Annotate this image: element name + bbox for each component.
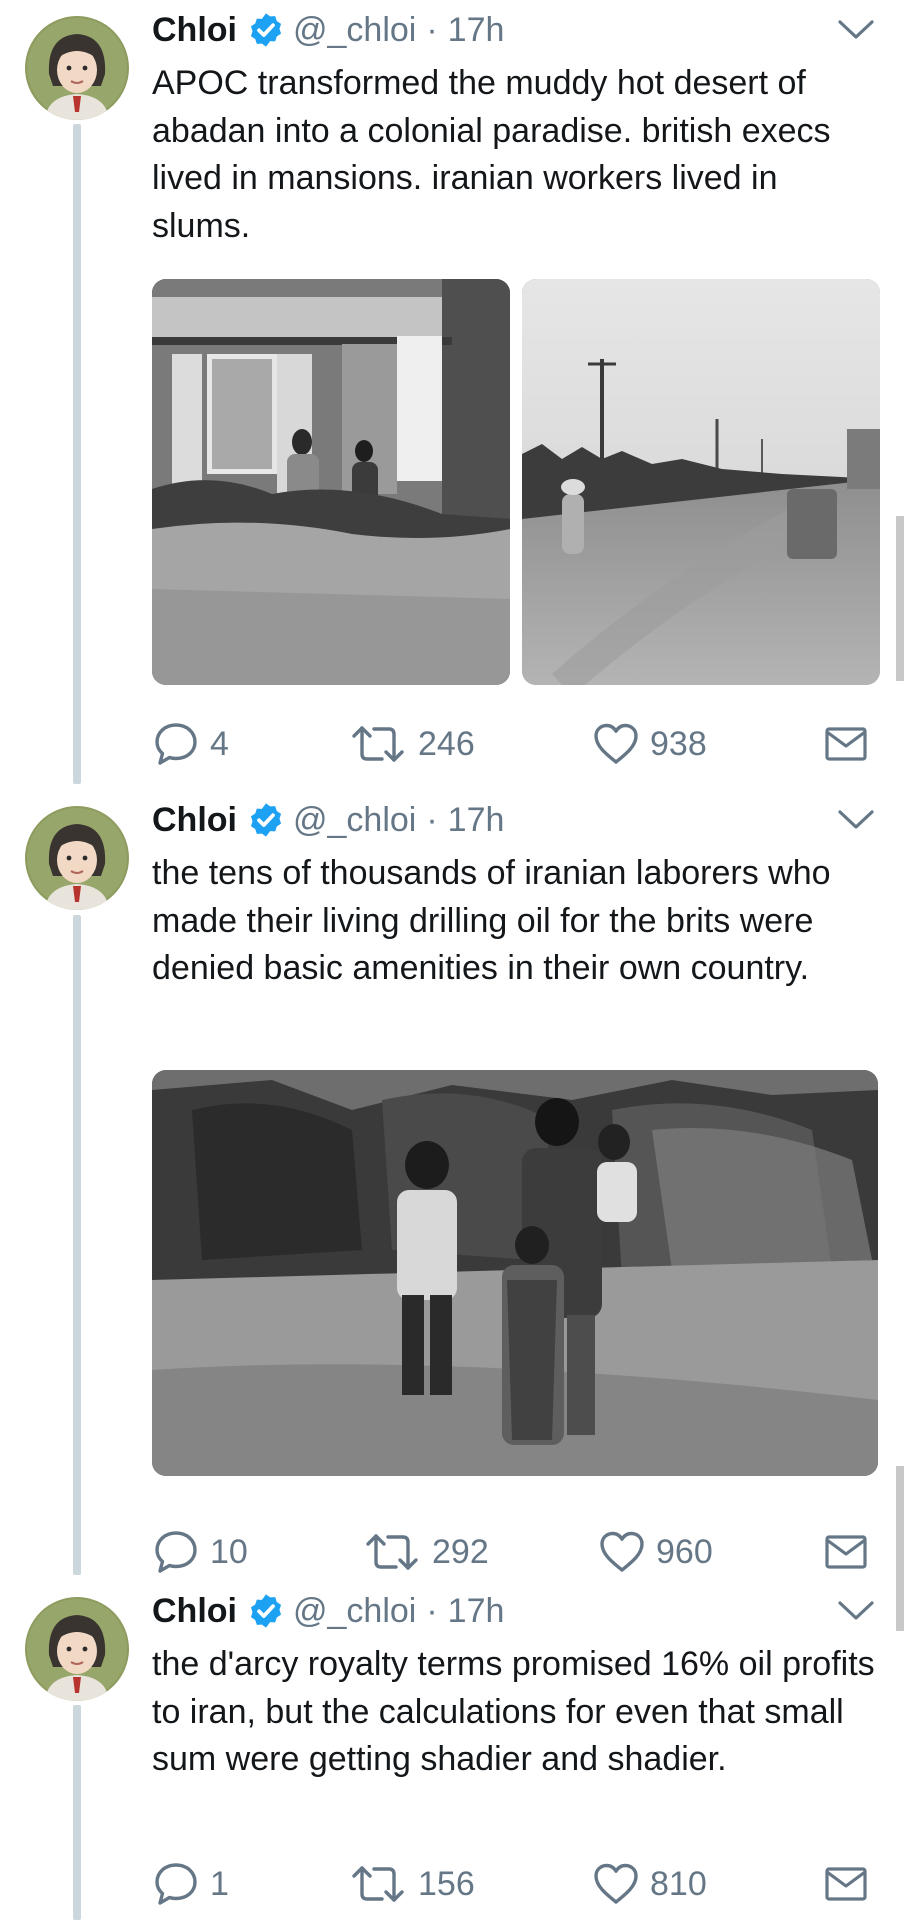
retweet-count: 246	[418, 724, 475, 763]
like-count: 960	[656, 1532, 713, 1571]
direct-message-button[interactable]	[824, 1859, 878, 1909]
author-handle[interactable]: @_chloi	[293, 11, 416, 50]
retweet-button[interactable]: 246	[348, 719, 475, 769]
tweet-text: the d'arcy royalty terms promised 16% oi…	[152, 1645, 875, 1778]
tweet[interactable]: Chloi @_chloi · 17h APOC transformed the…	[0, 6, 904, 784]
reply-button[interactable]: 4	[152, 719, 229, 769]
author-handle[interactable]: @_chloi	[293, 801, 416, 840]
reply-count: 10	[210, 1532, 248, 1571]
separator-dot: ·	[426, 800, 438, 839]
avatar[interactable]	[25, 16, 129, 120]
tweet-header: Chloi @_chloi · 17h	[152, 1587, 878, 1635]
like-button[interactable]: 938	[592, 719, 707, 769]
separator-dot: ·	[426, 1591, 438, 1630]
author-name[interactable]: Chloi	[152, 801, 237, 840]
envelope-icon	[824, 726, 868, 762]
timestamp[interactable]: 17h	[448, 1592, 505, 1631]
reply-icon	[152, 720, 200, 768]
chevron-down-icon[interactable]	[836, 1597, 876, 1625]
tweet-photo[interactable]	[152, 279, 510, 685]
direct-message-button[interactable]	[824, 719, 878, 769]
retweet-icon	[362, 1532, 422, 1572]
tweet[interactable]: Chloi @_chloi · 17h the d'arcy royalty t…	[0, 1587, 904, 1920]
retweet-icon	[348, 724, 408, 764]
verified-badge-icon	[247, 11, 285, 49]
direct-message-button[interactable]	[824, 1527, 878, 1577]
envelope-icon	[824, 1534, 868, 1570]
separator-dot: ·	[426, 10, 438, 49]
envelope-icon	[824, 1866, 868, 1902]
reply-button[interactable]: 1	[152, 1859, 229, 1909]
media-grid	[152, 279, 880, 685]
reply-icon	[152, 1860, 200, 1908]
chevron-down-icon[interactable]	[836, 16, 876, 44]
reply-icon	[152, 1528, 200, 1576]
tweet-text: the tens of thousands of iranian laborer…	[152, 854, 831, 987]
author-handle[interactable]: @_chloi	[293, 1592, 416, 1631]
author-name[interactable]: Chloi	[152, 11, 237, 50]
avatar[interactable]	[25, 1597, 129, 1701]
like-count: 938	[650, 724, 707, 763]
author-name[interactable]: Chloi	[152, 1592, 237, 1631]
chevron-down-icon[interactable]	[836, 806, 876, 834]
tweet-actions: 10 292 960	[152, 1527, 878, 1577]
avatar[interactable]	[25, 806, 129, 910]
heart-icon	[598, 1530, 646, 1574]
heart-icon	[592, 1862, 640, 1906]
like-count: 810	[650, 1864, 707, 1903]
retweet-icon	[348, 1864, 408, 1904]
reply-count: 1	[210, 1864, 229, 1903]
tweet-actions: 1 156 810	[152, 1859, 878, 1909]
timestamp[interactable]: 17h	[448, 801, 505, 840]
timestamp[interactable]: 17h	[448, 11, 505, 50]
media-grid	[152, 1070, 878, 1476]
reply-count: 4	[210, 724, 229, 763]
tweet-header: Chloi @_chloi · 17h	[152, 6, 878, 54]
retweet-count: 292	[432, 1532, 489, 1571]
tweet-header: Chloi @_chloi · 17h	[152, 796, 878, 844]
tweet[interactable]: Chloi @_chloi · 17h the tens of thousand…	[0, 796, 904, 1576]
tweet-photo[interactable]	[522, 279, 880, 685]
heart-icon	[592, 722, 640, 766]
verified-badge-icon	[247, 1592, 285, 1630]
tweet-photo[interactable]	[152, 1070, 878, 1476]
like-button[interactable]: 960	[598, 1527, 713, 1577]
tweet-text: APOC transformed the muddy hot desert of…	[152, 64, 831, 245]
reply-button[interactable]: 10	[152, 1527, 248, 1577]
verified-badge-icon	[247, 801, 285, 839]
retweet-button[interactable]: 292	[362, 1527, 489, 1577]
retweet-button[interactable]: 156	[348, 1859, 475, 1909]
tweet-actions: 4 246 938	[152, 719, 878, 769]
like-button[interactable]: 810	[592, 1859, 707, 1909]
retweet-count: 156	[418, 1864, 475, 1903]
